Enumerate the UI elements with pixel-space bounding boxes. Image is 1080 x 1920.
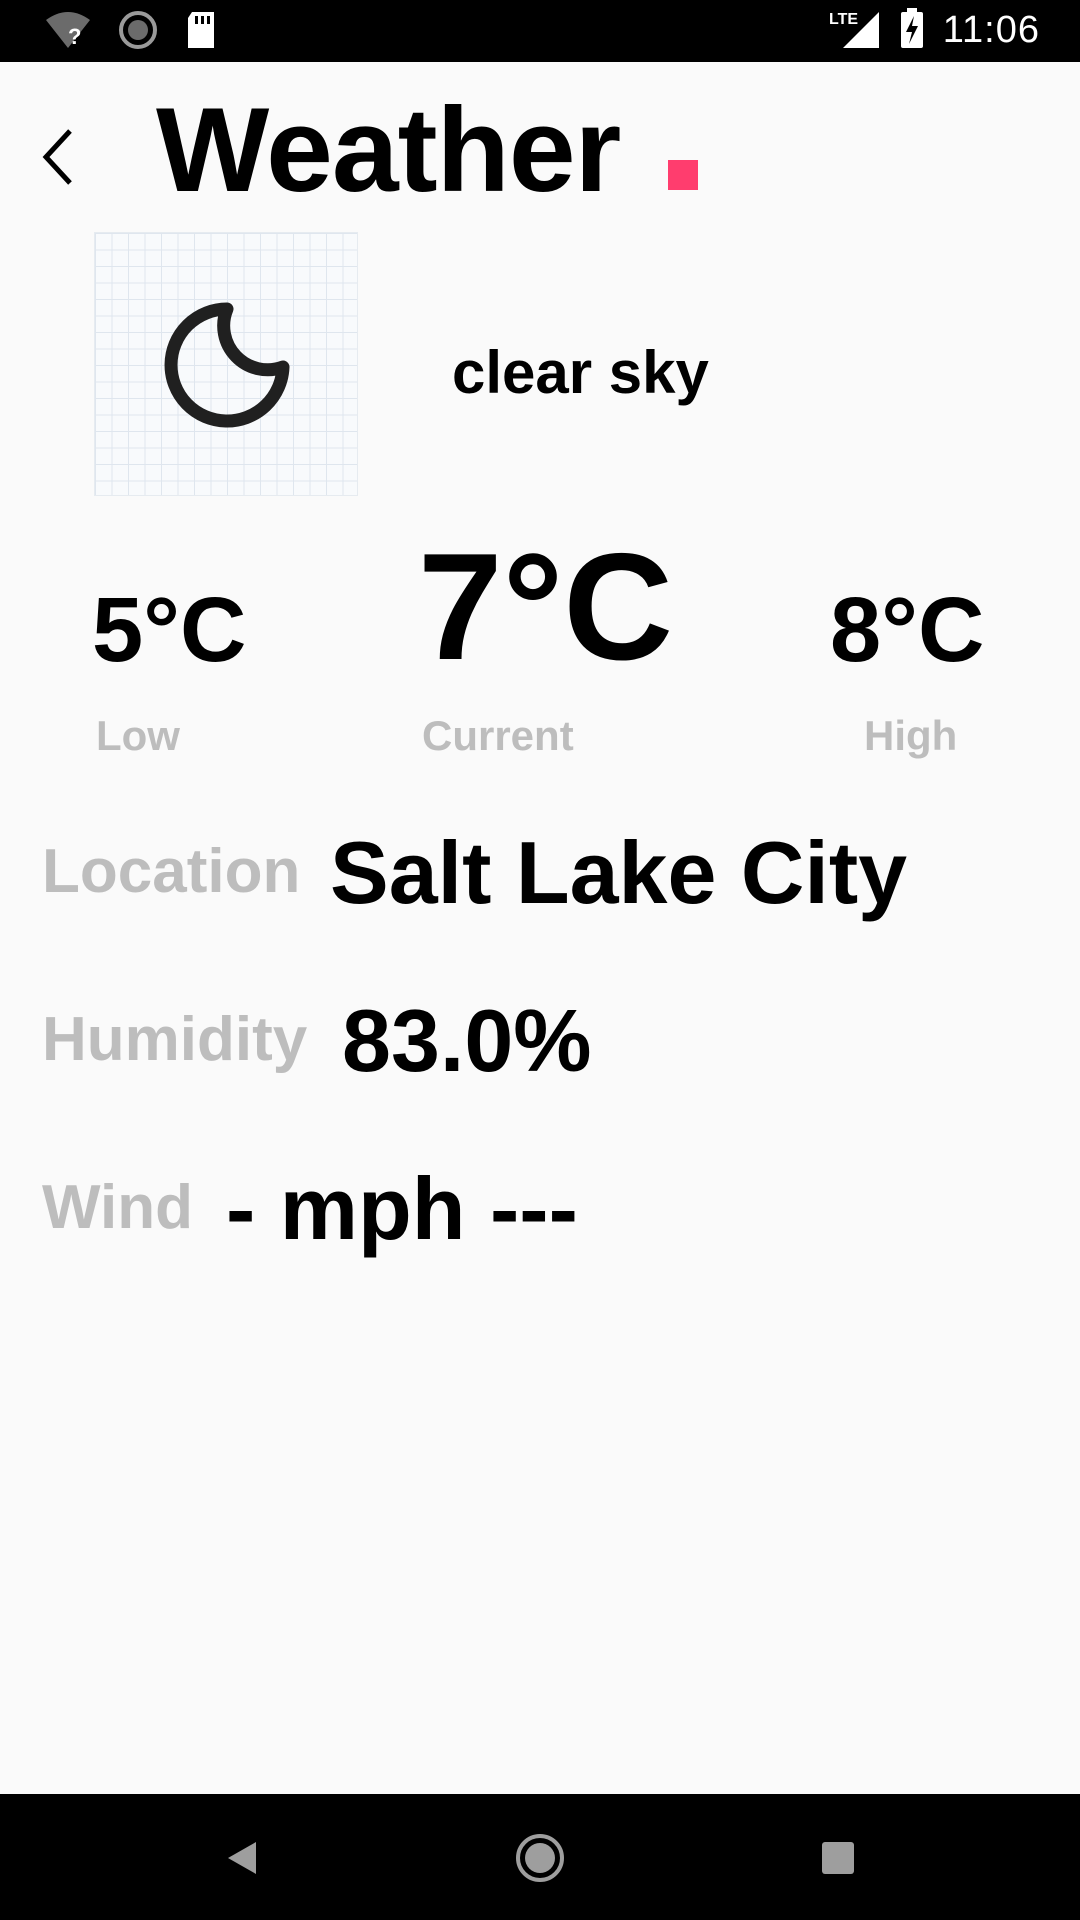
wifi-unknown-icon: ? bbox=[44, 10, 92, 55]
temp-low: 5°C bbox=[92, 579, 247, 681]
temp-current-label: Current bbox=[422, 712, 574, 759]
wind-label: Wind bbox=[42, 1173, 193, 1242]
temp-high-label: High bbox=[864, 712, 958, 759]
back-button[interactable] bbox=[30, 117, 86, 197]
nav-back-button[interactable] bbox=[214, 1830, 270, 1886]
battery-charging-icon bbox=[899, 6, 925, 55]
humidity-label: Humidity bbox=[42, 1005, 308, 1074]
status-right-icons: LTE 11:06 bbox=[829, 6, 1040, 55]
status-clock: 11:06 bbox=[942, 9, 1040, 51]
weather-icon-box bbox=[94, 232, 358, 496]
temp-high: 8°C bbox=[830, 579, 985, 681]
nav-home-icon bbox=[516, 1834, 564, 1882]
svg-text:LTE: LTE bbox=[829, 11, 858, 28]
nav-recents-icon bbox=[822, 1842, 854, 1874]
humidity-value: 83.0% bbox=[342, 991, 592, 1090]
nav-recents-button[interactable] bbox=[810, 1830, 866, 1886]
nav-home-button[interactable] bbox=[512, 1830, 568, 1886]
moon-icon bbox=[164, 302, 290, 428]
status-bar: ? LTE 11:06 bbox=[0, 0, 1080, 62]
nav-back-icon bbox=[228, 1842, 256, 1874]
signal-icon: LTE bbox=[829, 6, 881, 55]
nav-bar bbox=[0, 1794, 1080, 1920]
sd-card-icon bbox=[184, 10, 218, 55]
svg-text:?: ? bbox=[68, 24, 81, 49]
temp-current: 7°C bbox=[418, 522, 674, 692]
location-value: Salt Lake City bbox=[330, 823, 908, 922]
app-header: Weather bbox=[0, 62, 1080, 232]
status-left-icons: ? bbox=[44, 10, 218, 55]
accent-indicator bbox=[668, 160, 698, 190]
back-arrow-icon bbox=[42, 129, 72, 185]
weather-condition: clear sky bbox=[452, 339, 709, 406]
sync-icon bbox=[118, 10, 158, 55]
location-label: Location bbox=[42, 837, 301, 906]
wind-value: - mph --- bbox=[226, 1159, 578, 1258]
page-title: Weather bbox=[156, 83, 621, 217]
temp-low-label: Low bbox=[96, 712, 180, 759]
